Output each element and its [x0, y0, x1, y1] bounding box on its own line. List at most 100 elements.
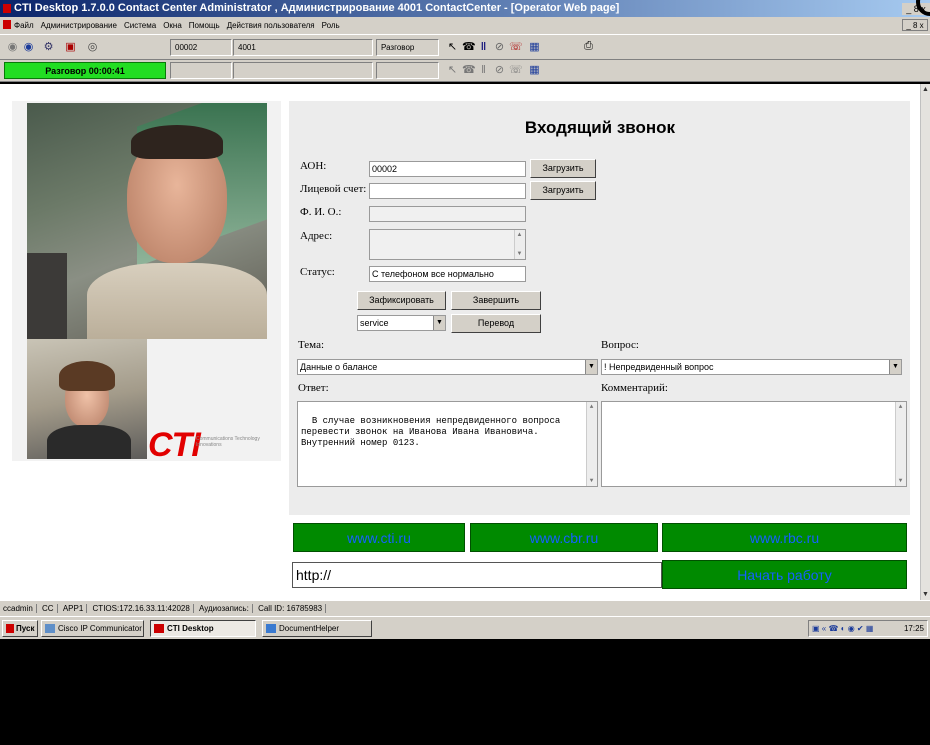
chevron-down-icon[interactable]: ▼ — [889, 360, 901, 374]
tray-icons[interactable]: ▣ « ☎ ◐ ◉ ✔ ▦ — [812, 621, 873, 636]
answer-text: В случае возникновения непредвиденного в… — [301, 416, 561, 448]
toolbar-empty-cell — [376, 62, 439, 79]
status-bar: ccadmin CC APP1 CTIOS:172.16.33.11:42028… — [0, 600, 930, 616]
menu-help[interactable]: Помощь — [189, 21, 220, 30]
remote-video — [27, 103, 267, 339]
answer-textarea[interactable]: В случае возникновения непредвиденного в… — [297, 401, 598, 487]
status-label: Статус: — [300, 266, 335, 278]
service-select-value: service — [360, 318, 389, 328]
window-title-bar: CTI Desktop 1.7.0.0 Contact Center Admin… — [0, 0, 930, 17]
chevron-down-icon[interactable]: ▼ — [585, 360, 597, 374]
answer-icon[interactable]: ↖ — [446, 41, 459, 54]
keypad-icon[interactable]: ▦ — [528, 64, 541, 77]
form-heading: Входящий звонок — [524, 118, 676, 137]
hold-icon[interactable]: ‖ — [477, 41, 490, 54]
menu-role[interactable]: Роль — [322, 21, 340, 30]
call-state-field: Разговор — [376, 39, 439, 56]
keypad-icon[interactable]: ▦ — [528, 41, 541, 54]
answer-scrollbar[interactable]: ▲ ▼ — [586, 402, 597, 486]
task-doc-label: DocumentHelper — [279, 624, 340, 633]
status-ctios: CTIOS:172.16.33.11:42028 — [89, 604, 194, 613]
cisco-icon — [45, 624, 55, 633]
load-account-button[interactable]: Загрузить — [530, 181, 596, 200]
address-scrollbar[interactable]: ▲ ▼ — [514, 230, 525, 259]
conference-icon[interactable]: ☏ — [509, 41, 523, 54]
link-cbr[interactable]: www.cbr.ru — [470, 523, 658, 552]
url-input[interactable]: http:// — [292, 562, 662, 588]
cti-icon — [154, 624, 164, 633]
task-cti-label: CTI Desktop — [167, 624, 214, 633]
start-label: Пуск — [16, 624, 35, 633]
finish-button[interactable]: Завершить — [451, 291, 541, 310]
app-logo-icon — [3, 4, 11, 13]
load-aon-button[interactable]: Загрузить — [530, 159, 596, 178]
comment-label: Комментарий: — [601, 382, 668, 394]
start-button[interactable]: Пуск — [2, 620, 38, 637]
taskbar: Пуск Cisco IP Communicator CTI Desktop D… — [0, 616, 930, 639]
fio-label: Ф. И. О.: — [300, 206, 342, 218]
status-cc: CC — [39, 604, 58, 613]
conference-icon[interactable]: ☏ — [509, 64, 523, 77]
comment-scrollbar[interactable]: ▲ ▼ — [895, 402, 906, 486]
link-cti[interactable]: www.cti.ru — [293, 523, 465, 552]
agent-status-icon[interactable]: ◉ — [6, 41, 19, 54]
fix-button[interactable]: Зафиксировать — [357, 291, 446, 310]
task-documenthelper[interactable]: DocumentHelper — [262, 620, 372, 637]
mdi-controls[interactable]: _ 8 x — [902, 19, 928, 31]
answer-label: Ответ: — [298, 382, 329, 394]
chat-icon[interactable]: ◎ — [86, 41, 99, 54]
status-field[interactable]: С телефоном все нормально — [369, 266, 526, 282]
start-work-button[interactable]: Начать работу — [662, 560, 907, 589]
menu-user-actions[interactable]: Действия пользователя — [227, 21, 315, 30]
menu-file[interactable]: Файл — [14, 21, 34, 30]
answer-icon[interactable]: ↖ — [446, 64, 459, 77]
task-cisco[interactable]: Cisco IP Communicator — [41, 620, 144, 637]
hold-icon[interactable]: ‖ — [477, 64, 490, 77]
task-cti-desktop[interactable]: CTI Desktop — [150, 620, 256, 637]
comment-textarea[interactable]: ▲ ▼ — [601, 401, 907, 487]
menu-windows[interactable]: Окна — [163, 21, 182, 30]
account-label: Лицевой счет: — [300, 183, 367, 195]
account-field[interactable] — [369, 183, 526, 199]
windows-flag-icon — [6, 624, 14, 633]
toolbar-top: ◉ ◉ ⚙ ▣ ◎ 00002 4001 Разговор ↖ ☎ ‖ ⊘ ☏ … — [0, 34, 930, 60]
transfer-icon[interactable]: ⊘ — [493, 64, 506, 77]
status-user: ccadmin — [0, 604, 37, 613]
transfer-icon[interactable]: ⊘ — [493, 41, 506, 54]
local-video — [27, 339, 147, 459]
question-select-value: ! Непредвиденный вопрос — [604, 362, 714, 372]
menu-administration[interactable]: Администрирование — [41, 21, 117, 30]
app-menu-icon[interactable] — [3, 20, 11, 29]
aon-field[interactable]: 00002 — [369, 161, 526, 177]
ready-icon[interactable]: ◉ — [22, 41, 35, 54]
toolbar-empty-cell — [233, 62, 373, 79]
phone-icon[interactable]: ☎ — [462, 64, 476, 77]
document-icon — [266, 624, 276, 633]
print-icon[interactable]: ⎙ — [582, 40, 595, 53]
address-label: Адрес: — [300, 230, 333, 242]
status-app: APP1 — [59, 604, 88, 613]
status-recording: Аудиозапись: — [196, 604, 253, 613]
page-scrollbar[interactable]: ▲ ▼ — [920, 84, 930, 600]
transfer-button[interactable]: Перевод — [451, 314, 541, 333]
call-status-indicator: Разговор 00:00:41 — [4, 62, 166, 79]
fio-field[interactable] — [369, 206, 526, 222]
link-rbc[interactable]: www.rbc.ru — [662, 523, 907, 552]
system-tray: ▣ « ☎ ◐ ◉ ✔ ▦ 17:25 — [808, 620, 928, 637]
topic-select-value: Данные о балансе — [300, 362, 378, 372]
wrapup-icon[interactable]: ⚙ — [42, 41, 55, 54]
toolbar-empty-cell — [170, 62, 232, 79]
topic-select[interactable]: Данные о балансе ▼ — [297, 359, 598, 375]
menu-system[interactable]: Система — [124, 21, 156, 30]
topic-label: Тема: — [298, 339, 325, 351]
question-select[interactable]: ! Непредвиденный вопрос ▼ — [601, 359, 902, 375]
chevron-down-icon[interactable]: ▼ — [433, 316, 445, 330]
address-field[interactable]: ▲ ▼ — [369, 229, 526, 260]
cti-logo: CTI — [148, 426, 201, 464]
phone-icon[interactable]: ☎ — [462, 41, 476, 54]
logout-icon[interactable]: ▣ — [64, 41, 77, 54]
toolbar-bottom: Разговор 00:00:41 ↖ ☎ ‖ ⊘ ☏ ▦ — [0, 60, 930, 82]
task-cisco-label: Cisco IP Communicator — [58, 624, 142, 633]
service-select[interactable]: service ▼ — [357, 315, 446, 331]
clock: 17:25 — [903, 624, 924, 633]
